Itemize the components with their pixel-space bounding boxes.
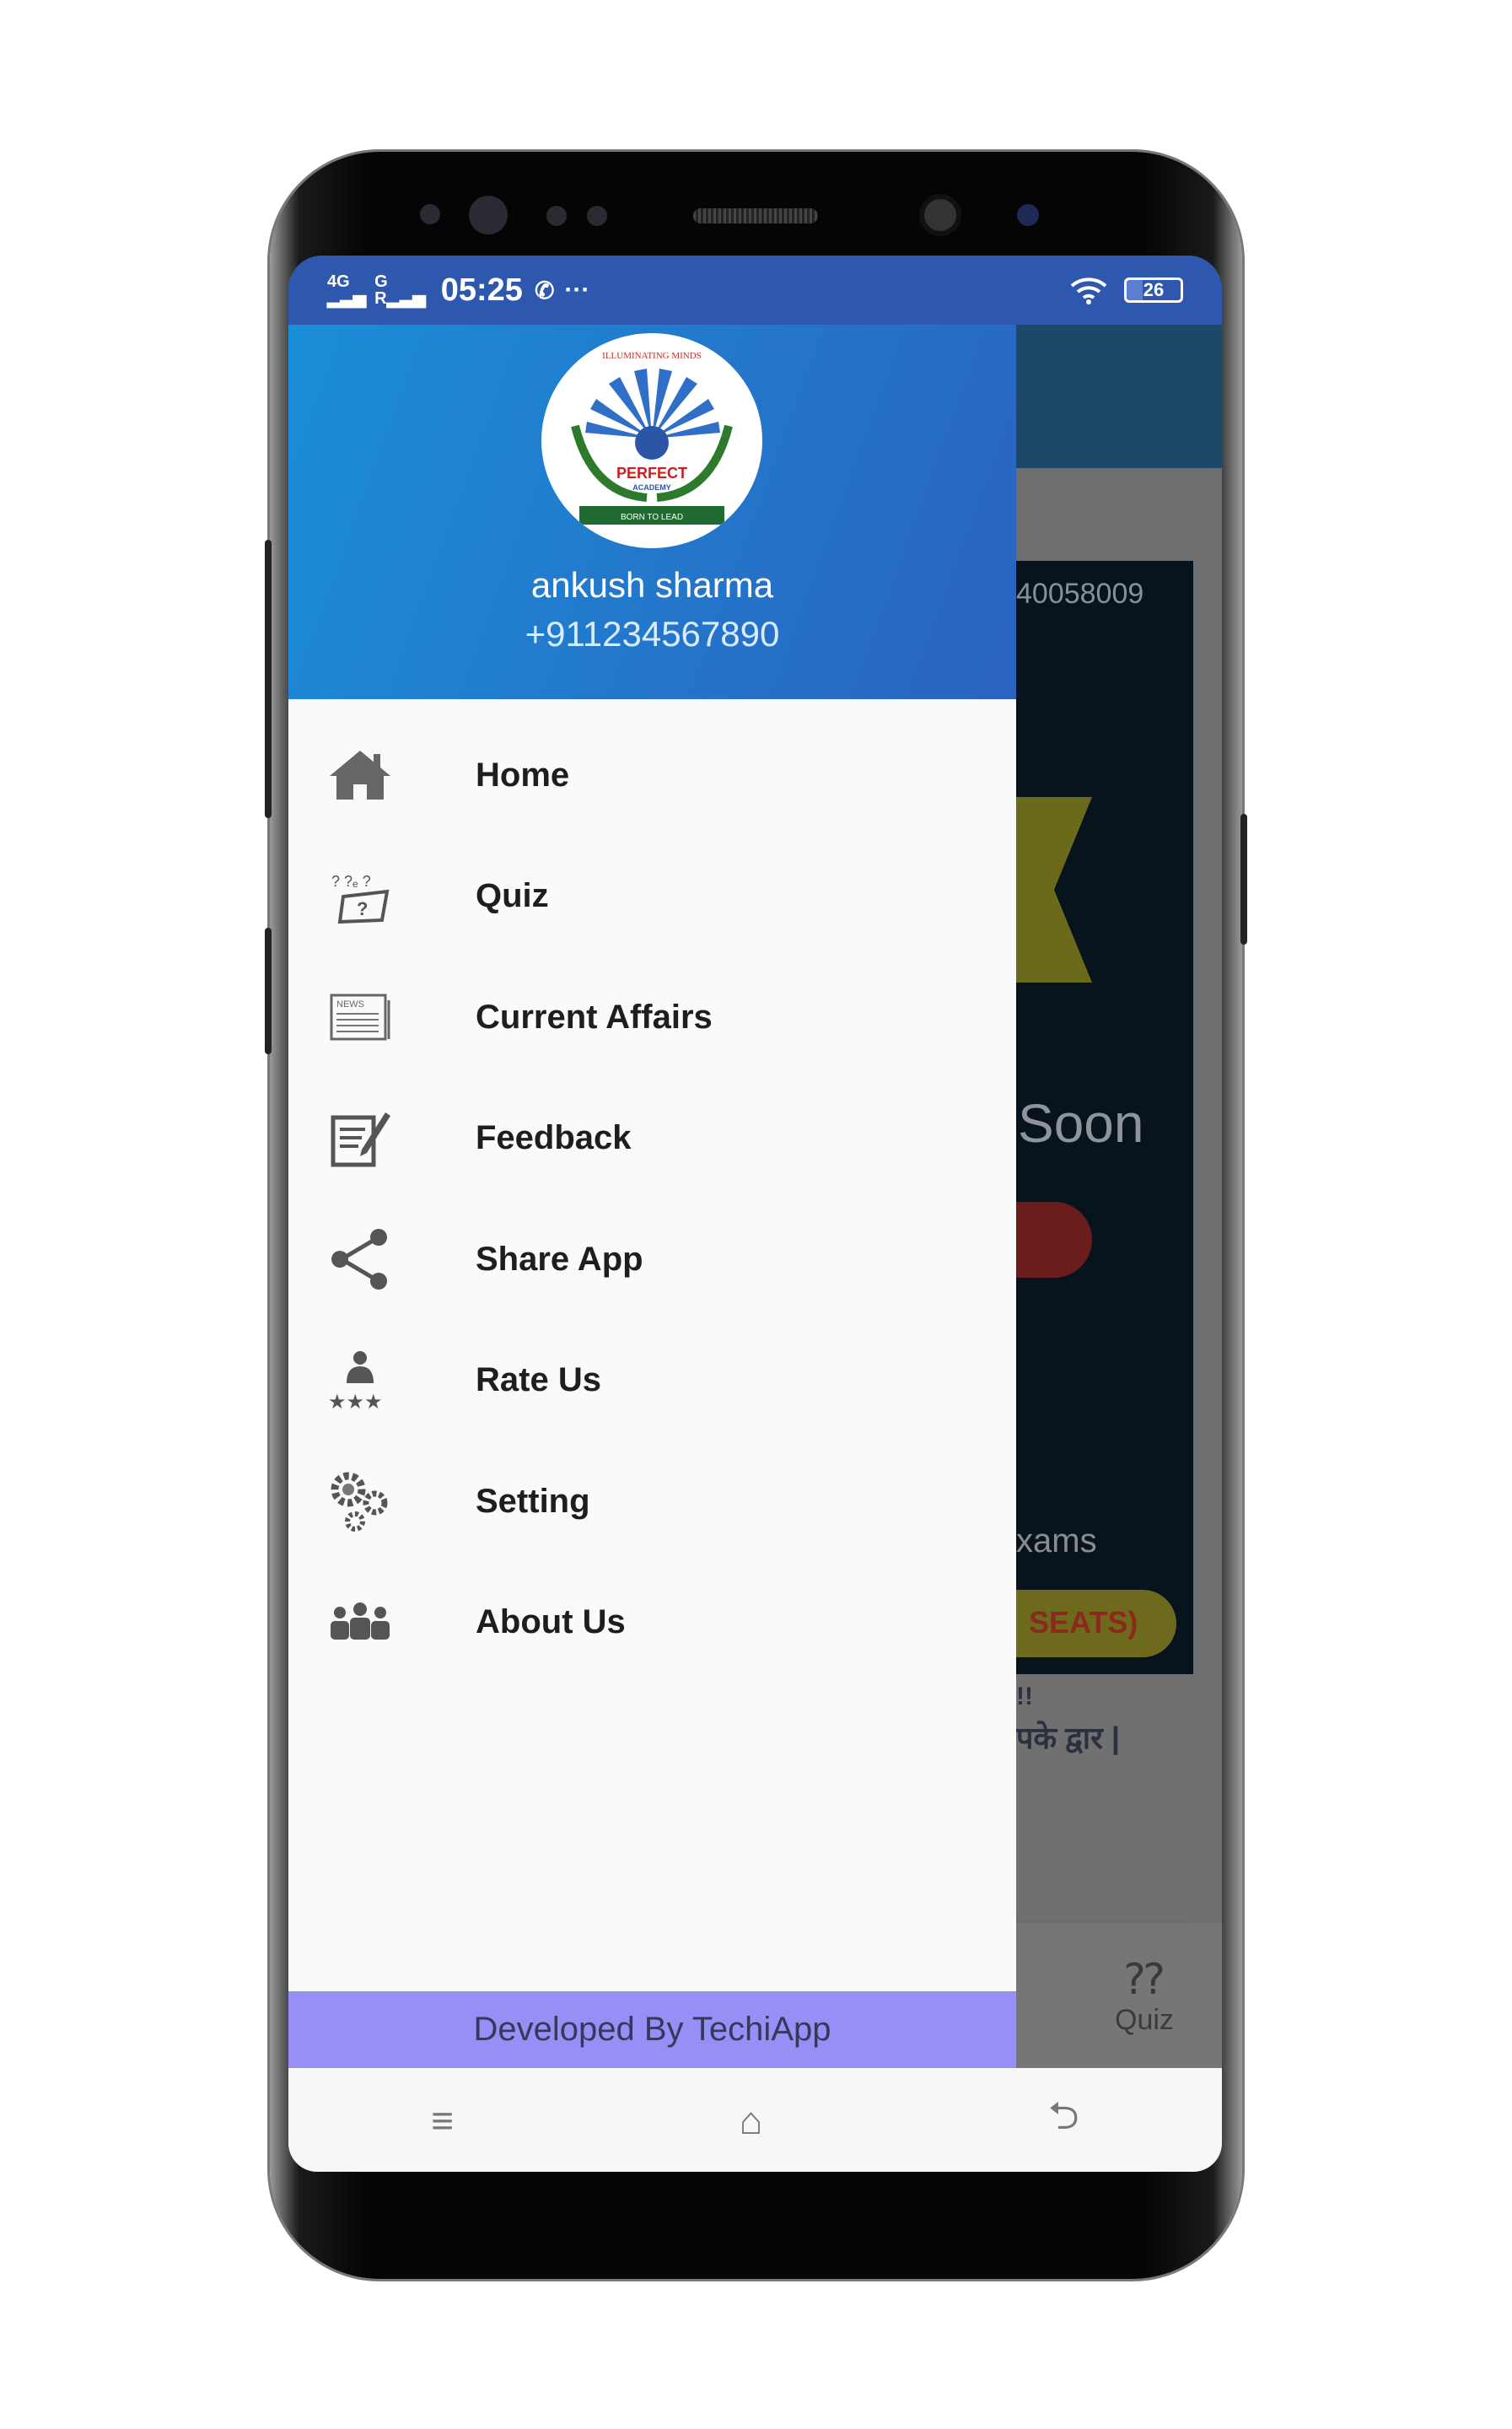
feedback-icon [326,1104,394,1171]
background-toolbar [1016,325,1222,468]
menu-item-home[interactable]: Home [288,716,1016,834]
home-button[interactable]: ⌂ [740,2098,763,2143]
gears-icon [326,1468,394,1535]
sensor-icon [587,206,607,226]
menu-item-label: Quiz [476,876,549,914]
menu-item-label: Share App [476,1240,643,1278]
menu-item-label: Feedback [476,1118,632,1156]
menu-item-label: Current Affairs [476,998,713,1036]
clock: 05:25 [440,272,523,308]
bixby-button [265,928,272,1054]
svg-text:★★★: ★★★ [328,1390,383,1410]
recents-button[interactable]: ≡ [431,2098,454,2143]
bg-hindi-2: पके द्वार | [1016,1721,1120,1755]
user-phone: +911234567890 [525,614,780,654]
menu-item-label: About Us [476,1602,626,1640]
screen: 4G ▂▃▅ G R▂▃▅ 05:25 ✆ ··· 26 40058009 Soon… [288,256,1222,2172]
navigation-drawer: PERFECT ACADEMY BORN TO LEAD ILLUMINATIN… [288,325,1016,2070]
status-bar: 4G ▂▃▅ G R▂▃▅ 05:25 ✆ ··· 26 [288,256,1222,325]
background-banner: 40058009 Soon xams SEATS) [982,561,1193,1674]
academy-logo: PERFECT ACADEMY BORN TO LEAD ILLUMINATIN… [541,333,762,548]
menu-item-about-us[interactable]: About Us [288,1563,1016,1681]
banner-phone: 40058009 [1016,578,1144,610]
quiz-icon: ⁇ [1124,1955,1165,2003]
home-icon [326,741,394,809]
share-icon [326,1225,394,1293]
battery-level: 26 [1143,279,1165,300]
power-button [1240,814,1247,945]
system-nav-bar: ≡ ⌂ ⮌ [288,2068,1222,2172]
back-button[interactable]: ⮌ [1048,2087,1079,2153]
rate-icon: ★★★ [326,1346,394,1414]
svg-text:BORN TO LEAD: BORN TO LEAD [621,513,683,522]
wifi-icon [1070,277,1107,304]
svg-text:NEWS: NEWS [336,999,364,1010]
svg-text:ACADEMY: ACADEMY [632,483,671,492]
menu-item-share-app[interactable]: Share App [288,1200,1016,1318]
menu-item-quiz[interactable]: ? ?ₑ ?? Quiz [288,837,1016,955]
battery-icon: 26 [1124,277,1183,303]
tab-quiz-label: Quiz [1115,2003,1174,2036]
menu-item-setting[interactable]: Setting [288,1442,1016,1560]
menu-item-label: Rate Us [476,1360,601,1398]
banner-soon: Soon [1018,1093,1144,1154]
earpiece [693,208,818,224]
svg-text:PERFECT: PERFECT [616,465,687,482]
iris-camera-icon [919,194,961,236]
sensor-icon [420,204,440,224]
menu-item-label: Home [476,756,570,794]
quiz-icon: ? ?ₑ ?? [326,862,394,929]
bg-hindi-1: !! [1016,1683,1033,1710]
signal-icon: 4G ▂▃▅ [327,272,367,308]
banner-exams: xams [1016,1522,1097,1559]
menu-item-label: Setting [476,1482,590,1520]
background-app: 40058009 Soon xams SEATS) !! पके द्वार |… [982,325,1222,2172]
menu-item-rate-us[interactable]: ★★★ Rate Us [288,1321,1016,1439]
signal-icon-2: G R▂▃▅ [374,272,426,308]
more-icon: ··· [564,276,590,304]
drawer-header: PERFECT ACADEMY BORN TO LEAD ILLUMINATIN… [288,325,1016,699]
sensor-icon [1017,204,1039,226]
tab-quiz[interactable]: ⁇ Quiz [1016,1923,1222,2068]
developer-footer: Developed By TechiApp [288,1991,1016,2068]
banner-ribbon [1016,797,1092,983]
front-camera-icon [469,196,508,234]
svg-text:ILLUMINATING MINDS: ILLUMINATING MINDS [602,351,702,361]
svg-text:?: ? [357,898,368,919]
whatsapp-icon: ✆ [534,277,555,304]
user-name: ankush sharma [530,565,774,605]
sensor-icon [546,206,567,226]
svg-text:? ?ₑ ?: ? ?ₑ ? [331,873,371,890]
group-icon [326,1588,394,1656]
newspaper-icon: NEWS [326,983,394,1051]
volume-button [265,540,272,818]
menu-item-current-affairs[interactable]: NEWS Current Affairs [288,958,1016,1076]
background-text-area: !! पके द्वार | [1016,1674,1193,1919]
menu-item-feedback[interactable]: Feedback [288,1079,1016,1197]
